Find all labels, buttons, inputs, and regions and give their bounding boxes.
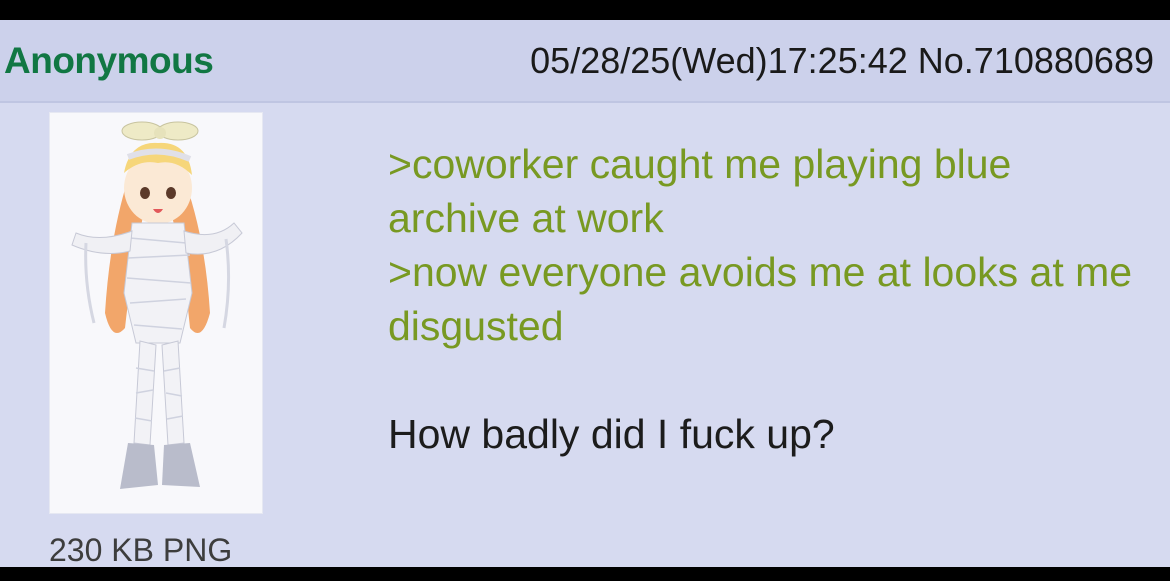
post-container: Anonymous 05/28/25(Wed)17:25:42 No.710880… — [0, 20, 1170, 567]
file-info[interactable]: 230 KB PNG — [49, 531, 232, 567]
post-datetime: 05/28/25(Wed)17:25:42 — [530, 40, 908, 81]
anime-girl-illustration — [71, 121, 243, 489]
comment-text: How badly did I fuck up? — [388, 411, 835, 457]
greentext-line: >now everyone avoids me at looks at me d… — [388, 249, 1133, 349]
image-thumbnail[interactable] — [49, 112, 263, 514]
post-comment: >coworker caught me playing blue archive… — [388, 137, 1148, 461]
greentext-line: >coworker caught me playing blue archive… — [388, 141, 1012, 241]
post-number[interactable]: No.710880689 — [918, 40, 1154, 81]
poster-name: Anonymous — [4, 40, 214, 81]
post-meta: 05/28/25(Wed)17:25:42 No.710880689 — [530, 39, 1154, 83]
post-header: Anonymous 05/28/25(Wed)17:25:42 No.710880… — [0, 20, 1170, 103]
